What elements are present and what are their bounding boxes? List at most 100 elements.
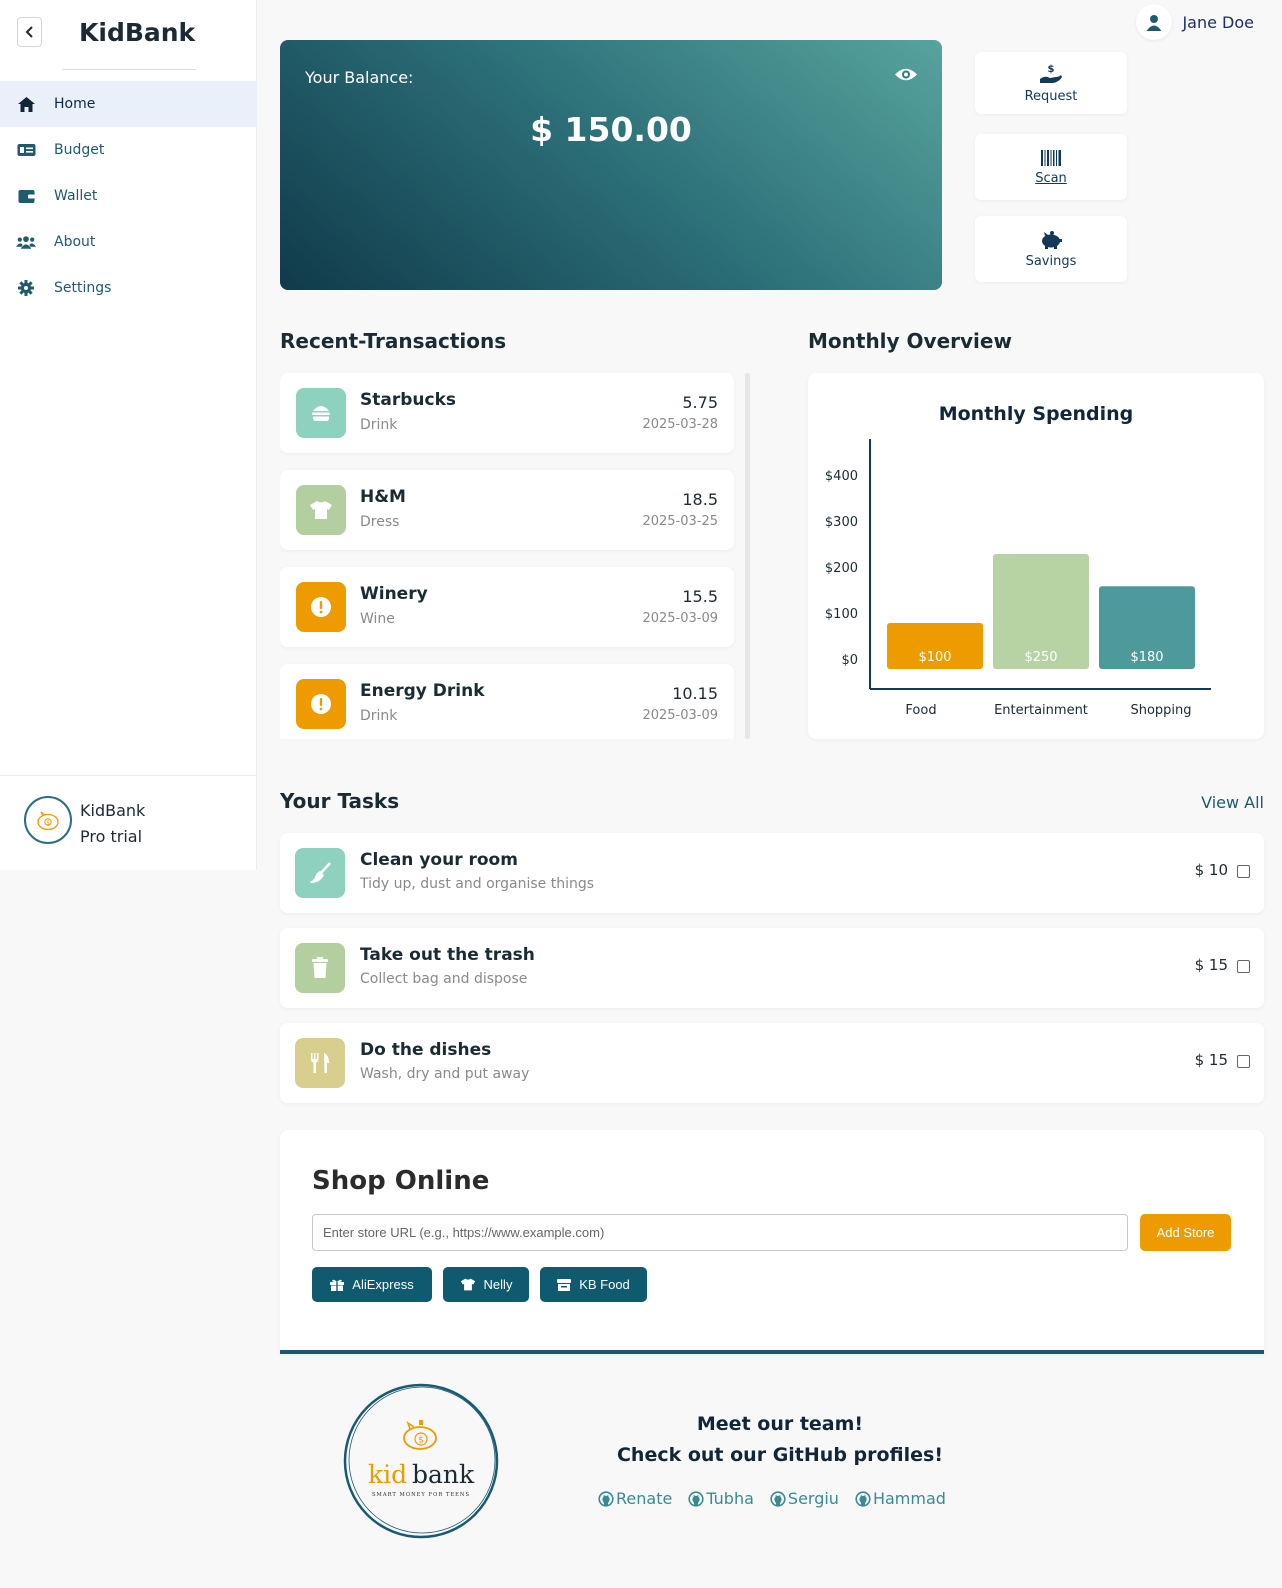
- plan-name: KidBank: [80, 801, 146, 820]
- chart-title: Monthly Spending: [939, 403, 1134, 425]
- user-menu[interactable]: Jane Doe: [1136, 4, 1254, 40]
- task-item: Clean your room Tidy up, dust and organi…: [280, 833, 1264, 913]
- kidbank-logo: $ kid bank SMART MONEY FOR TEENS: [342, 1382, 500, 1540]
- broom-icon: [295, 848, 345, 898]
- store-icon: [557, 1278, 572, 1291]
- store-button-aliexpress[interactable]: AliExpress: [312, 1267, 432, 1302]
- sidebar-plan: $ KidBank Pro trial: [0, 775, 257, 870]
- task-description: Tidy up, dust and organise things: [360, 876, 595, 892]
- piggy-bank-icon: [1042, 230, 1062, 249]
- task-reward: $ 15: [1194, 1051, 1228, 1069]
- add-store-button[interactable]: Add Store: [1140, 1214, 1231, 1251]
- github-link-sergiu[interactable]: Sergiu: [770, 1489, 839, 1508]
- logo-word-kid: kid: [368, 1460, 407, 1489]
- github-icon: [688, 1490, 704, 1507]
- burger-icon: [296, 388, 346, 438]
- bar-value-label: $180: [1130, 650, 1163, 665]
- scan-button[interactable]: Scan: [975, 134, 1127, 200]
- store-label: KB Food: [579, 1277, 630, 1292]
- task-checkbox[interactable]: [1237, 865, 1250, 878]
- task-title: Clean your room: [360, 850, 518, 870]
- sidebar-divider: [62, 69, 196, 70]
- x-tick-label: Entertainment: [994, 703, 1088, 718]
- request-button[interactable]: $ Request: [975, 52, 1127, 114]
- sidebar-item-budget[interactable]: Budget: [0, 127, 257, 173]
- transaction-amount: 18.5: [682, 490, 718, 509]
- budget-icon: [16, 140, 36, 160]
- transaction-date: 2025-03-09: [642, 611, 718, 626]
- sidebar-item-label: Home: [54, 96, 96, 112]
- github-link-label: Renate: [616, 1489, 673, 1508]
- gift-icon: [330, 1279, 345, 1291]
- task-description: Wash, dry and put away: [360, 1066, 530, 1082]
- transaction-date: 2025-03-25: [642, 514, 718, 529]
- sidebar-item-label: Wallet: [54, 188, 98, 204]
- eye-icon[interactable]: [894, 66, 918, 87]
- overview-heading: Monthly Overview: [808, 329, 1012, 353]
- barcode-icon: [1041, 149, 1061, 166]
- view-all-tasks-link[interactable]: View All: [1201, 793, 1264, 812]
- transactions-list: Starbucks Drink 5.75 2025-03-28 H&M Dres…: [280, 373, 744, 739]
- task-checkbox[interactable]: [1237, 1055, 1250, 1068]
- github-icon: [598, 1490, 614, 1507]
- task-reward: $ 10: [1194, 861, 1228, 879]
- sidebar-item-home[interactable]: Home: [0, 81, 257, 127]
- task-title: Take out the trash: [360, 945, 535, 965]
- github-link-tubha[interactable]: Tubha: [688, 1489, 754, 1508]
- transaction-item[interactable]: Starbucks Drink 5.75 2025-03-28: [280, 373, 734, 453]
- svg-text:$: $: [46, 820, 50, 827]
- logo-word-bank: bank: [412, 1460, 475, 1489]
- sidebar-item-settings[interactable]: Settings: [0, 265, 257, 311]
- x-tick-label: Shopping: [1130, 703, 1191, 718]
- github-link-renate[interactable]: Renate: [598, 1489, 672, 1508]
- github-link-hammad[interactable]: Hammad: [855, 1489, 946, 1508]
- store-button-nelly[interactable]: Nelly: [443, 1267, 529, 1302]
- transaction-name: H&M: [360, 487, 406, 507]
- github-link-label: Tubha: [706, 1489, 754, 1508]
- scan-label: Scan: [1035, 170, 1067, 186]
- shop-online-panel: Shop Online Add Store AliExpress Nelly K…: [280, 1130, 1264, 1354]
- sidebar-item-label: About: [54, 234, 96, 250]
- savings-label: Savings: [1025, 253, 1077, 269]
- transaction-date: 2025-03-09: [642, 708, 718, 723]
- sidebar-item-label: Budget: [54, 142, 105, 158]
- y-tick-label: $400: [825, 469, 858, 484]
- sidebar-item-about[interactable]: About: [0, 219, 257, 265]
- shop-title: Shop Online: [312, 1166, 490, 1196]
- transaction-category: Dress: [360, 514, 400, 530]
- github-icon: [855, 1490, 871, 1507]
- transactions-scrollbar[interactable]: [745, 373, 750, 739]
- task-description: Collect bag and dispose: [360, 971, 528, 987]
- store-url-input[interactable]: [312, 1214, 1128, 1251]
- transaction-amount: 10.15: [672, 684, 718, 703]
- transaction-date: 2025-03-28: [642, 417, 718, 432]
- store-label: Nelly: [483, 1277, 513, 1292]
- tshirt-icon: [296, 485, 346, 535]
- transaction-item[interactable]: Energy Drink Drink 10.15 2025-03-09: [280, 664, 734, 739]
- task-item: Do the dishes Wash, dry and put away $ 1…: [280, 1023, 1264, 1103]
- task-title: Do the dishes: [360, 1040, 492, 1060]
- y-tick-label: $100: [825, 607, 858, 622]
- transaction-item[interactable]: H&M Dress 18.5 2025-03-25: [280, 470, 734, 550]
- transaction-name: Winery: [360, 584, 428, 604]
- task-item: Take out the trash Collect bag and dispo…: [280, 928, 1264, 1008]
- savings-button[interactable]: Savings: [975, 216, 1127, 282]
- transaction-item[interactable]: Winery Wine 15.5 2025-03-09: [280, 567, 734, 647]
- user-icon: [1136, 4, 1173, 40]
- x-tick-label: Food: [905, 703, 936, 718]
- hand-dollar-icon: $: [1040, 64, 1062, 83]
- tasks-heading: Your Tasks: [280, 789, 400, 813]
- transaction-amount: 5.75: [682, 393, 718, 412]
- transaction-name: Energy Drink: [360, 681, 485, 701]
- sidebar-item-wallet[interactable]: Wallet: [0, 173, 257, 219]
- y-tick-label: $0: [841, 653, 858, 668]
- plan-text: KidBank Pro trial: [80, 798, 145, 850]
- github-links: Renate Tubha Sergiu Hammad: [598, 1489, 946, 1508]
- task-checkbox[interactable]: [1237, 960, 1250, 973]
- task-reward: $ 15: [1194, 956, 1228, 974]
- store-button-kb-food[interactable]: KB Food: [540, 1267, 647, 1302]
- wallet-icon: [16, 186, 36, 206]
- collapse-sidebar-button[interactable]: [17, 17, 42, 47]
- footer-heading-2: Check out our GitHub profiles!: [616, 1444, 944, 1466]
- balance-card: Your Balance: $ 150.00: [280, 40, 942, 290]
